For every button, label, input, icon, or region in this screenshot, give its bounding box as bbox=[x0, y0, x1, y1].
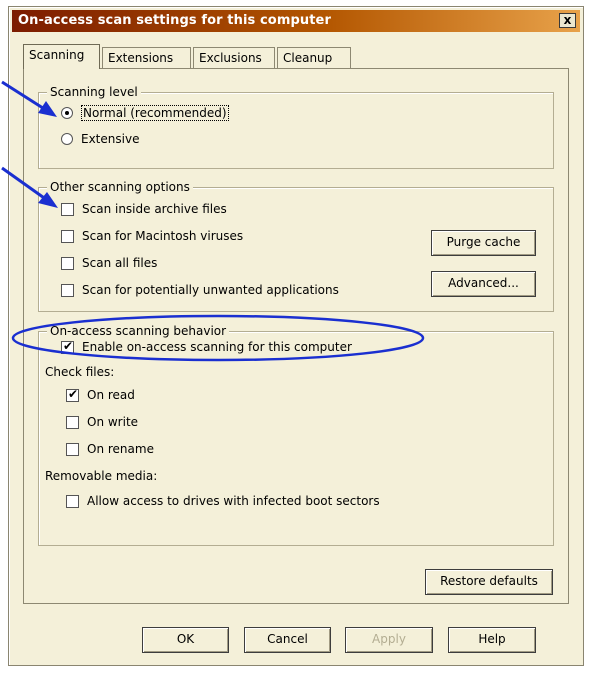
restore-defaults-button[interactable]: Restore defaults bbox=[425, 569, 553, 595]
tab-extensions-label: Extensions bbox=[108, 51, 174, 65]
tab-scanning-label: Scanning bbox=[29, 48, 85, 62]
macintosh-checkbox-box[interactable] bbox=[61, 229, 74, 243]
on-read-label: On read bbox=[87, 388, 135, 402]
extensive-radio[interactable]: Extensive bbox=[61, 131, 139, 147]
boot-sector-checkbox-box[interactable] bbox=[66, 494, 79, 508]
scanning-level-legend: Scanning level bbox=[47, 85, 141, 99]
extensive-radio-label: Extensive bbox=[81, 132, 140, 146]
tab-exclusions-label: Exclusions bbox=[199, 51, 262, 65]
removable-media-text: Removable media: bbox=[45, 469, 158, 483]
normal-radio[interactable]: Normal (recommended) bbox=[61, 105, 229, 121]
behavior-group: On-access scanning behavior Enable on-ac… bbox=[38, 324, 554, 546]
tab-cleanup[interactable]: Cleanup bbox=[277, 47, 351, 68]
all-files-checkbox-label: Scan all files bbox=[82, 256, 158, 270]
all-files-checkbox[interactable]: Scan all files bbox=[61, 255, 157, 271]
advanced-button[interactable]: Advanced... bbox=[431, 271, 536, 297]
ok-button[interactable]: OK bbox=[142, 627, 229, 653]
check-files-text: Check files: bbox=[45, 365, 115, 379]
on-write-checkbox-box[interactable] bbox=[66, 415, 79, 429]
close-button[interactable]: x bbox=[559, 13, 576, 28]
enable-checkbox-box[interactable] bbox=[61, 339, 74, 354]
check-files-label: Check files: bbox=[45, 364, 114, 380]
extensive-radio-button[interactable] bbox=[61, 133, 73, 145]
pua-checkbox-label: Scan for potentially unwanted applicatio… bbox=[82, 283, 339, 297]
purge-cache-button[interactable]: Purge cache bbox=[431, 230, 536, 256]
removable-media-label: Removable media: bbox=[45, 468, 157, 484]
apply-button[interactable]: Apply bbox=[345, 627, 433, 653]
archive-checkbox[interactable]: Scan inside archive files bbox=[61, 201, 227, 217]
on-rename-label: On rename bbox=[87, 442, 154, 456]
macintosh-checkbox-label: Scan for Macintosh viruses bbox=[82, 229, 244, 243]
tab-extensions[interactable]: Extensions bbox=[102, 47, 191, 68]
cancel-button[interactable]: Cancel bbox=[244, 627, 331, 653]
tab-exclusions[interactable]: Exclusions bbox=[193, 47, 275, 68]
enable-checkbox[interactable]: Enable on-access scanning for this compu… bbox=[61, 339, 352, 355]
title-bar[interactable]: On-access scan settings for this compute… bbox=[12, 10, 580, 32]
on-read-checkbox[interactable]: On read bbox=[66, 387, 135, 403]
on-write-checkbox[interactable]: On write bbox=[66, 414, 138, 430]
normal-radio-label: Normal (recommended) bbox=[81, 105, 229, 121]
macintosh-checkbox[interactable]: Scan for Macintosh viruses bbox=[61, 228, 243, 244]
pua-checkbox[interactable]: Scan for potentially unwanted applicatio… bbox=[61, 282, 339, 298]
scanning-tab-panel: Scanning level Normal (recommended) Exte… bbox=[23, 68, 569, 604]
scanning-level-group: Scanning level Normal (recommended) Exte… bbox=[38, 85, 554, 169]
other-options-group: Other scanning options Scan inside archi… bbox=[38, 180, 554, 312]
archive-checkbox-label: Scan inside archive files bbox=[82, 202, 227, 216]
tab-cleanup-label: Cleanup bbox=[283, 51, 333, 65]
help-button[interactable]: Help bbox=[448, 627, 536, 653]
archive-checkbox-box[interactable] bbox=[61, 202, 74, 216]
boot-sector-checkbox[interactable]: Allow access to drives with infected boo… bbox=[66, 493, 380, 509]
behavior-legend: On-access scanning behavior bbox=[47, 324, 230, 338]
tab-scanning[interactable]: Scanning bbox=[23, 44, 100, 69]
other-options-legend: Other scanning options bbox=[47, 180, 193, 194]
on-rename-checkbox-box[interactable] bbox=[66, 442, 79, 456]
on-read-checkbox-box[interactable] bbox=[66, 387, 79, 402]
on-write-label: On write bbox=[87, 415, 139, 429]
all-files-checkbox-box[interactable] bbox=[61, 256, 74, 270]
on-rename-checkbox[interactable]: On rename bbox=[66, 441, 154, 457]
enable-checkbox-label: Enable on-access scanning for this compu… bbox=[82, 340, 352, 354]
window-title: On-access scan settings for this compute… bbox=[18, 13, 331, 28]
pua-checkbox-box[interactable] bbox=[61, 283, 74, 297]
normal-radio-button[interactable] bbox=[61, 107, 73, 119]
boot-sector-label: Allow access to drives with infected boo… bbox=[87, 494, 380, 508]
